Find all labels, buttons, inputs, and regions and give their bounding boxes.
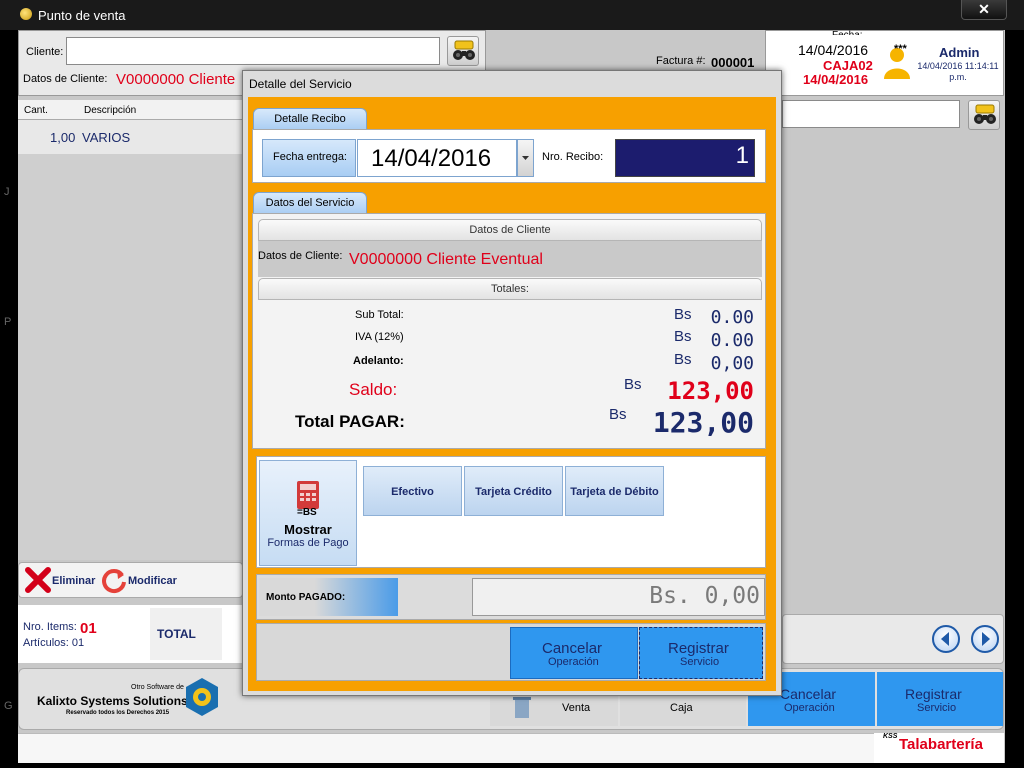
currency-tag: =BS <box>297 507 317 518</box>
delete-button[interactable]: Eliminar <box>52 575 95 587</box>
total-pay-currency: Bs <box>609 406 627 423</box>
refresh-icon <box>102 569 126 594</box>
sales-label: Venta <box>562 702 591 714</box>
login-timestamp: 14/04/2016 11:14:11 p.m. <box>917 61 999 82</box>
brand-name: Talabartería <box>899 736 983 753</box>
customer-search-button[interactable] <box>447 36 479 66</box>
delivery-date-label: Fecha entrega: <box>273 151 347 163</box>
dialog-title: Detalle del Servicio <box>249 77 352 91</box>
grid-header: Cant. Descripción <box>18 100 243 120</box>
product-search-input[interactable] <box>782 100 960 128</box>
receipt-number-value: 1 <box>735 142 749 169</box>
session-date: 14/04/2016 <box>798 42 869 58</box>
items-count-label: Nro. Items: <box>23 621 77 633</box>
items-grid <box>18 100 243 560</box>
customer-data-value: V0000000 Cliente <box>116 71 236 88</box>
tab-service-data[interactable]: Datos del Servicio <box>253 192 367 214</box>
footer-register-label: Registrar <box>905 686 962 702</box>
articles-count: Artículos: 01 <box>23 637 85 649</box>
date-label: Fecha: <box>832 30 863 35</box>
user-name: Admin <box>939 45 980 60</box>
binoculars-icon <box>974 104 996 124</box>
receipt-number-label: Nro. Recibo: <box>542 151 604 163</box>
vendor-logo-icon <box>186 678 218 716</box>
items-count-value: 01 <box>80 620 97 637</box>
balance-value: 123,00 <box>667 377 754 405</box>
cancel-operation-sublabel: Operación <box>548 656 599 668</box>
app-icon <box>20 8 32 20</box>
register-name: CAJA02 <box>823 58 873 73</box>
amount-paid-label: Monto PAGADO: <box>266 592 346 603</box>
footer-register-sublabel: Servicio <box>917 702 957 714</box>
pay-debit-card-button[interactable]: Tarjeta de Débito <box>565 466 664 516</box>
customer-data-label: Datos de Cliente: <box>23 73 108 85</box>
row-quantity: 1,00 <box>50 130 76 145</box>
register-service-label: Registrar <box>668 640 729 657</box>
footer-cancel-label: Cancelar <box>780 686 837 702</box>
binoculars-icon <box>453 40 475 60</box>
delivery-date-value: 14/04/2016 <box>371 145 492 172</box>
invoice-label: Factura #: <box>656 55 706 67</box>
advance-label: Adelanto: <box>353 355 404 367</box>
modify-button[interactable]: Modificar <box>128 575 177 587</box>
status-bar <box>18 733 1004 763</box>
vendor-tagline: Otro Software de <box>131 684 184 691</box>
subtotal-label: Sub Total: <box>355 309 404 321</box>
tab-receipt-detail[interactable]: Detalle Recibo <box>253 108 367 130</box>
show-payment-methods-sublabel: Formas de Pago <box>267 537 349 549</box>
calculator-icon <box>297 481 319 509</box>
iva-currency: Bs <box>674 328 692 345</box>
trash-icon <box>513 697 531 718</box>
iva-label: IVA (12%) <box>355 331 404 343</box>
total-pay-label: Total PAGAR: <box>295 412 405 431</box>
amount-paid-value: Bs. 0,00 <box>649 583 760 609</box>
brand-prefix: KSS <box>883 733 898 740</box>
total-label: TOTAL <box>157 627 196 641</box>
vendor-name: Kalixto Systems Solutions <box>37 694 188 708</box>
user-stars: *** <box>894 43 907 55</box>
cash-register-label: Caja <box>670 702 693 714</box>
subtotal-currency: Bs <box>674 306 692 323</box>
previous-button[interactable] <box>932 625 960 653</box>
dialog-customer-value: V0000000 Cliente Eventual <box>349 251 543 268</box>
footer-cancel-sublabel: Operación <box>784 702 835 714</box>
row-description: VARIOS <box>82 130 131 145</box>
pay-credit-card-button[interactable]: Tarjeta Crédito <box>464 466 563 516</box>
close-button[interactable]: ✕ <box>961 0 1007 20</box>
pay-cash-button[interactable]: Efectivo <box>363 466 462 516</box>
show-payment-methods-label: Mostrar <box>284 522 332 537</box>
subtotal-value: 0.00 <box>710 307 754 328</box>
balance-currency: Bs <box>624 376 642 393</box>
left-edge-mark: P <box>4 316 12 328</box>
advance-value: 0,00 <box>710 353 754 374</box>
customer-section-header: Datos de Cliente <box>258 219 762 241</box>
chevron-down-icon <box>522 156 529 160</box>
left-edge-mark: G <box>4 700 13 712</box>
dialog-customer-label: Datos de Cliente: <box>258 250 343 262</box>
totals-section-header: Totales: <box>258 278 762 300</box>
next-button[interactable] <box>971 625 999 653</box>
customer-label: Cliente: <box>26 46 64 58</box>
total-pay-value: 123,00 <box>652 406 754 439</box>
register-service-sublabel: Servicio <box>680 656 720 668</box>
customer-input[interactable] <box>66 37 440 65</box>
title-bar: Punto de venta <box>0 0 1024 30</box>
balance-label: Saldo: <box>349 380 398 399</box>
arrow-right-icon <box>982 632 990 646</box>
delete-icon <box>25 567 51 593</box>
date-dropdown-button[interactable] <box>517 139 534 177</box>
invoice-number: 000001 <box>711 55 755 70</box>
advance-currency: Bs <box>674 351 692 368</box>
column-header-description[interactable]: Descripción <box>84 105 136 116</box>
register-date: 14/04/2016 <box>803 72 869 87</box>
iva-value: 0.00 <box>710 330 754 351</box>
window-title: Punto de venta <box>38 8 126 23</box>
arrow-left-icon <box>941 632 949 646</box>
product-search-button[interactable] <box>968 100 1000 130</box>
cancel-operation-label: Cancelar <box>542 640 603 657</box>
left-edge-mark: J <box>4 186 10 198</box>
vendor-rights: Reservado todos los Derechos 2015 <box>66 710 170 716</box>
column-header-qty[interactable]: Cant. <box>24 105 48 116</box>
